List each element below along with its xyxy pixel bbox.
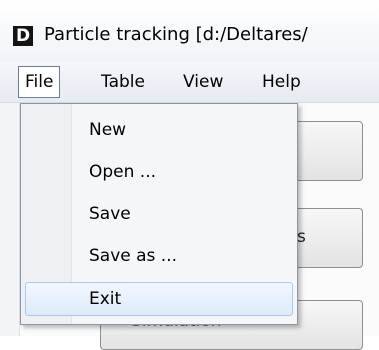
menu-item-exit[interactable]: Exit	[25, 282, 293, 316]
window-title: Particle tracking [d:/Deltares/	[44, 24, 308, 45]
menu-item-exit-label: Exit	[89, 289, 122, 309]
menu-item-new[interactable]: New	[25, 113, 293, 147]
menu-item-new-label: New	[89, 120, 127, 140]
title-bar: D Particle tracking [d:/Deltares/	[0, 0, 379, 62]
app-d-icon[interactable]: D	[13, 26, 33, 46]
menu-item-save[interactable]: Save	[25, 197, 293, 231]
menu-item-save-as[interactable]: Save as ...	[25, 239, 293, 273]
menu-view[interactable]: View	[183, 66, 223, 98]
menu-item-save-label: Save	[89, 204, 131, 224]
menu-table[interactable]: Table	[101, 66, 145, 98]
menu-file[interactable]: File	[18, 66, 61, 98]
window-frame-left	[0, 103, 20, 336]
menu-item-open[interactable]: Open ...	[25, 155, 293, 189]
menu-item-open-label: Open ...	[89, 162, 157, 182]
menu-bar: File Table View Help	[0, 62, 379, 103]
menu-item-save-as-label: Save as ...	[89, 246, 178, 266]
menu-help[interactable]: Help	[262, 66, 301, 98]
background-button-2-label: s	[297, 227, 306, 247]
file-dropdown-menu: New Open ... Save Save as ... Exit	[20, 103, 298, 325]
